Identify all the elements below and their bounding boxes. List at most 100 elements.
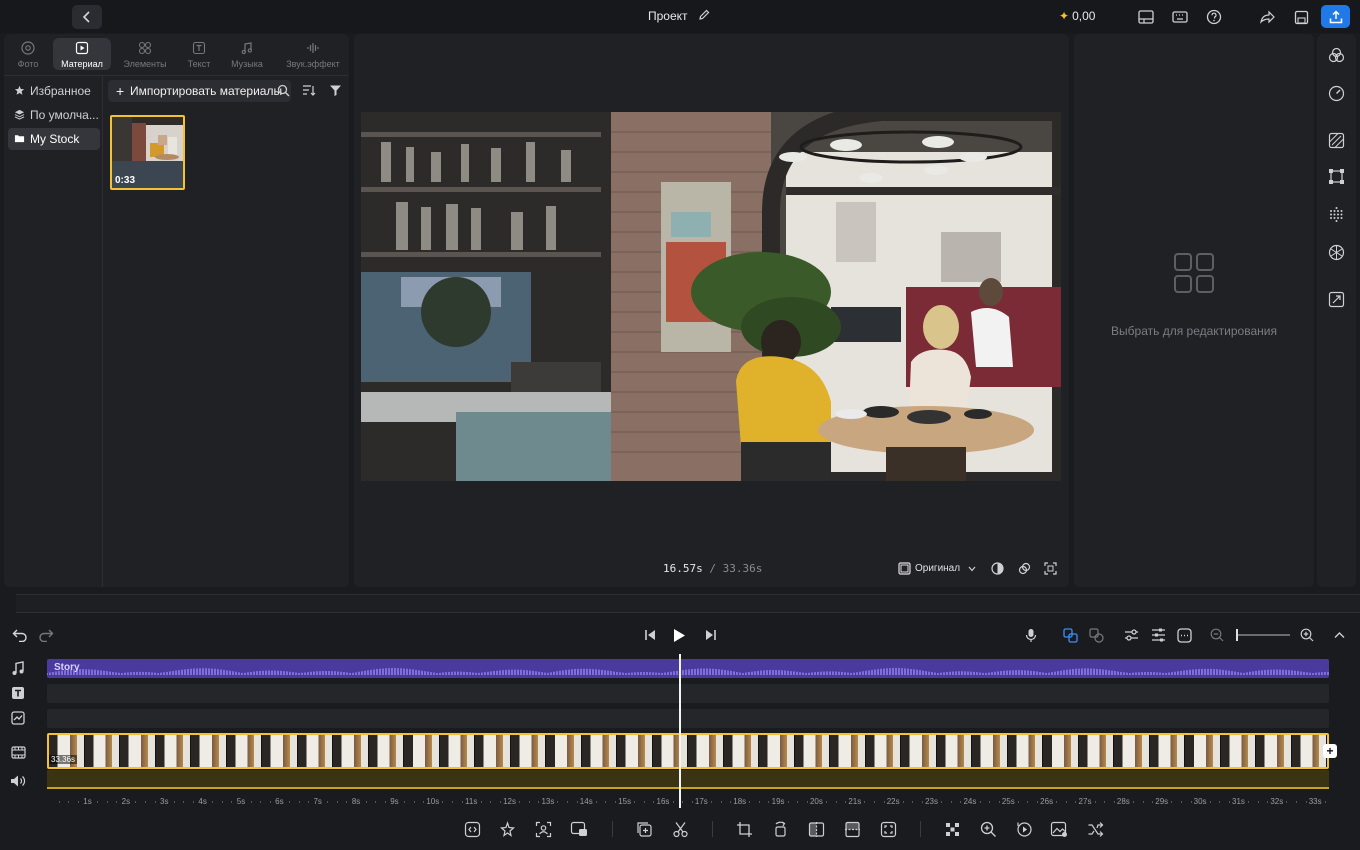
nav-item-my-stock[interactable]: My Stock bbox=[8, 128, 100, 150]
code-icon[interactable] bbox=[463, 820, 481, 838]
fit-icon[interactable] bbox=[879, 820, 897, 838]
keyboard-icon[interactable] bbox=[1171, 8, 1189, 26]
sparkle-star-icon[interactable] bbox=[498, 820, 516, 838]
speed-icon[interactable] bbox=[1327, 84, 1346, 103]
ruler-label: 17s bbox=[694, 797, 708, 806]
properties-panel: Выбрать для редактирования bbox=[1074, 34, 1314, 587]
reverse-icon[interactable] bbox=[1015, 820, 1033, 838]
nav-item-default[interactable]: По умолча... bbox=[8, 104, 100, 126]
mask-icon[interactable] bbox=[1327, 131, 1346, 150]
ruler-label: 6s bbox=[275, 797, 284, 806]
media-thumbnail[interactable]: 0:33 bbox=[110, 115, 185, 190]
effect-track[interactable] bbox=[47, 709, 1329, 728]
volume-icon[interactable] bbox=[10, 773, 26, 789]
help-icon[interactable] bbox=[1205, 8, 1223, 26]
redo-icon[interactable] bbox=[38, 627, 54, 643]
ruler-tick bbox=[423, 801, 425, 803]
zoom-in-icon[interactable] bbox=[1299, 627, 1315, 643]
tab-elements[interactable]: Элементы bbox=[116, 38, 174, 70]
dots-effect-icon[interactable] bbox=[1327, 205, 1346, 224]
shuffle-icon[interactable] bbox=[1086, 820, 1104, 838]
nav-item-favorites[interactable]: Избранное bbox=[8, 80, 100, 102]
video-preview[interactable] bbox=[361, 112, 1061, 481]
contrast-icon[interactable] bbox=[991, 562, 1004, 575]
flip-vertical-icon[interactable] bbox=[843, 820, 861, 838]
play-button[interactable] bbox=[671, 627, 687, 643]
color-icon[interactable] bbox=[1327, 46, 1346, 65]
filmstrip-frame bbox=[1185, 735, 1221, 767]
project-title[interactable]: Проект bbox=[648, 9, 688, 23]
magnet-snap-icon[interactable] bbox=[1062, 627, 1078, 643]
ruler-tick bbox=[902, 801, 904, 803]
ruler-tick bbox=[298, 801, 300, 803]
sound-effect-icon bbox=[282, 40, 344, 56]
ruler-tick bbox=[135, 801, 137, 803]
expand-icon[interactable] bbox=[1327, 290, 1346, 309]
tab-sound-effect[interactable]: Звук.эффект bbox=[282, 38, 344, 70]
fullscreen-icon[interactable] bbox=[1044, 562, 1057, 575]
tab-photo[interactable]: Фото bbox=[0, 38, 57, 70]
microphone-icon[interactable] bbox=[1023, 627, 1039, 643]
aspect-ratio-select[interactable]: Оригинал bbox=[898, 562, 976, 575]
ruler-tick bbox=[835, 801, 837, 803]
ruler-tick bbox=[758, 801, 760, 803]
rotate-icon[interactable] bbox=[771, 820, 789, 838]
tab-material[interactable]: Материал bbox=[53, 38, 111, 70]
playhead[interactable] bbox=[679, 654, 681, 808]
flip-horizontal-icon[interactable] bbox=[807, 820, 825, 838]
timeline-controls bbox=[0, 622, 1360, 648]
time-ruler: 1s 2s 3s 4s 5s 6s 7s 8s 9s 10s 11s 12s 13s 14s 15s 16s 1… bbox=[47, 795, 1329, 809]
tab-music[interactable]: Музыка bbox=[218, 38, 276, 70]
audio-clip[interactable]: Story bbox=[47, 659, 1329, 678]
link-clips-icon[interactable] bbox=[1088, 627, 1104, 643]
media-nav: Избранное По умолча... My Stock bbox=[4, 76, 103, 587]
undo-icon[interactable] bbox=[12, 627, 28, 643]
ruler-tick bbox=[538, 801, 540, 803]
transform-icon[interactable] bbox=[1327, 167, 1346, 186]
chevron-up-icon[interactable] bbox=[1331, 627, 1347, 643]
grid-icon bbox=[1173, 252, 1215, 294]
filmstrip-frame bbox=[155, 735, 191, 767]
export-button[interactable] bbox=[1321, 5, 1350, 28]
timeline-scrollbar[interactable] bbox=[16, 594, 1360, 613]
subtitle-icon[interactable] bbox=[1176, 627, 1192, 643]
sort-icon[interactable] bbox=[302, 84, 316, 97]
text-track[interactable] bbox=[47, 684, 1329, 703]
ruler-tick bbox=[643, 801, 645, 803]
filter-icon[interactable] bbox=[329, 84, 342, 97]
ruler-tick bbox=[1248, 801, 1250, 803]
layout-icon[interactable] bbox=[1137, 8, 1155, 26]
zoom-effect-icon[interactable] bbox=[979, 820, 997, 838]
back-button[interactable] bbox=[72, 5, 102, 29]
zoom-slider[interactable] bbox=[1236, 634, 1290, 636]
video-clip[interactable]: 33.36s bbox=[47, 733, 1329, 769]
edit-title-icon[interactable] bbox=[698, 9, 710, 21]
blend-icon[interactable] bbox=[1327, 243, 1346, 262]
zoom-out-icon[interactable] bbox=[1209, 627, 1225, 643]
mosaic-icon[interactable] bbox=[943, 820, 961, 838]
chevron-down-icon bbox=[968, 566, 976, 572]
image-adjust-icon[interactable] bbox=[1050, 820, 1068, 838]
scissors-icon[interactable] bbox=[671, 820, 689, 838]
ruler-label: 16s bbox=[656, 797, 670, 806]
adjust-icon[interactable] bbox=[1123, 627, 1139, 643]
add-clip-button[interactable]: + bbox=[1323, 744, 1337, 758]
track-settings-icon[interactable] bbox=[1150, 627, 1166, 643]
credits-counter[interactable]: ✦ 0,00 bbox=[1059, 9, 1095, 23]
link-icon[interactable] bbox=[1018, 562, 1031, 575]
save-icon[interactable] bbox=[1292, 8, 1310, 26]
skip-back-icon[interactable] bbox=[642, 627, 658, 643]
share-icon[interactable] bbox=[1258, 8, 1276, 26]
skip-forward-icon[interactable] bbox=[703, 627, 719, 643]
ruler-tick bbox=[768, 801, 770, 803]
import-media-button[interactable]: + Импортировать материалы bbox=[108, 80, 291, 102]
crop-icon[interactable] bbox=[735, 820, 753, 838]
person-cutout-icon[interactable] bbox=[534, 820, 552, 838]
replace-media-icon[interactable] bbox=[570, 820, 588, 838]
ruler-tick bbox=[1017, 801, 1019, 803]
toolbar-divider bbox=[612, 821, 613, 837]
video-audio-track[interactable] bbox=[47, 770, 1329, 789]
duplicate-icon[interactable] bbox=[635, 820, 653, 838]
search-icon[interactable] bbox=[277, 84, 290, 97]
zoom-slider-thumb[interactable] bbox=[1236, 629, 1238, 641]
